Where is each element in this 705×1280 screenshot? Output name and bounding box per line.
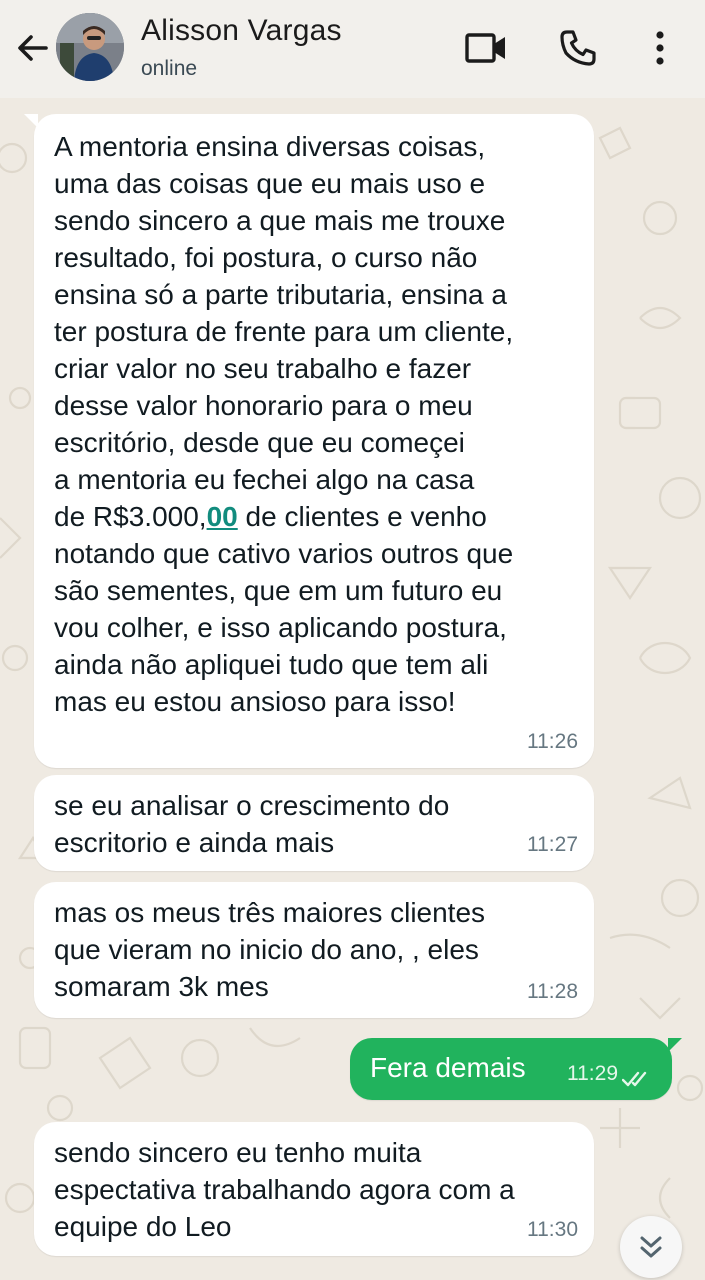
read-receipt-icon	[622, 1071, 647, 1087]
back-arrow-icon	[18, 35, 48, 61]
contact-status: online	[141, 57, 198, 80]
voice-call-button[interactable]	[554, 24, 602, 72]
video-call-button[interactable]	[462, 24, 510, 72]
detected-number-link[interactable]: 00	[207, 501, 238, 532]
more-options-button[interactable]	[636, 24, 684, 72]
scroll-to-bottom-button[interactable]	[620, 1216, 682, 1278]
message-bubble-incoming[interactable]: se eu analisar o crescimento do escritor…	[34, 775, 594, 871]
message-time: 11:28	[527, 980, 578, 1003]
message-bubble-incoming[interactable]: mas os meus três maiores clientes que vi…	[34, 882, 594, 1018]
more-options-icon	[656, 31, 664, 65]
message-time: 11:29	[567, 1062, 618, 1085]
double-chevron-down-icon	[640, 1236, 662, 1258]
message-text: A mentoria ensina diversas coisas, uma d…	[54, 131, 514, 717]
message-text: sendo sincero eu tenho muita espectativa…	[54, 1137, 515, 1242]
avatar[interactable]	[56, 13, 124, 81]
message-time: 11:27	[527, 833, 578, 856]
video-call-icon	[465, 33, 505, 63]
message-text: se eu analisar o crescimento do escritor…	[54, 790, 450, 858]
chat-header: Alisson Vargas online	[0, 0, 705, 98]
message-bubble-outgoing[interactable]: Fera demais 11:29	[350, 1038, 682, 1100]
chat-area[interactable]: A mentoria ensina diversas coisas, uma d…	[0, 98, 705, 1280]
contact-name[interactable]: Alisson Vargas	[141, 14, 342, 48]
back-button[interactable]	[12, 28, 52, 68]
message-time: 11:30	[527, 1218, 578, 1241]
message-bubble-incoming[interactable]: sendo sincero eu tenho muita espectativa…	[34, 1122, 594, 1256]
message-bubble-incoming[interactable]: A mentoria ensina diversas coisas, uma d…	[24, 114, 594, 768]
phone-icon	[560, 30, 596, 66]
message-text: mas os meus três maiores clientes que vi…	[54, 897, 486, 1002]
message-time: 11:26	[527, 730, 578, 753]
